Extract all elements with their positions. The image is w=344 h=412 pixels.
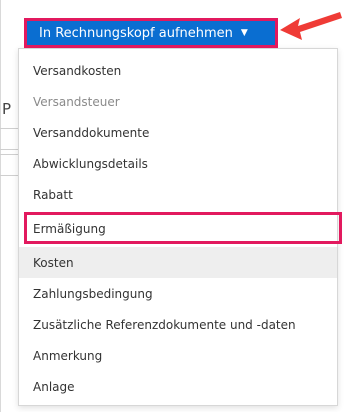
- page-edge: [0, 0, 1, 412]
- menu-item-versanddokumente[interactable]: Versanddokumente: [19, 117, 337, 148]
- menu-item-anmerkung[interactable]: Anmerkung: [19, 340, 337, 371]
- add-to-header-button[interactable]: In Rechnungskopf aufnehmen ▼: [24, 18, 278, 48]
- menu-item-versandkosten[interactable]: Versandkosten: [19, 55, 337, 86]
- menu-item-versandsteuer: Versandsteuer: [33, 94, 120, 109]
- partial-input-field: [0, 128, 20, 150]
- menu-item-zusaetzliche-referenzdokumente[interactable]: Zusätzliche Referenzdokumente und -daten: [19, 309, 337, 340]
- menu-item-ermaessigung[interactable]: Ermäßigung: [19, 213, 337, 244]
- add-to-header-menu: Versandkosten Versandsteuer Versanddokum…: [18, 48, 338, 406]
- menu-item-anlage[interactable]: Anlage: [19, 371, 337, 402]
- menu-item-zahlungsbedingung[interactable]: Zahlungsbedingung: [19, 278, 337, 309]
- menu-item-abwicklungsdetails[interactable]: Abwicklungsdetails: [19, 148, 337, 179]
- partial-heading: P: [2, 100, 12, 118]
- menu-item-rabatt[interactable]: Rabatt: [19, 179, 337, 210]
- add-to-header-label: In Rechnungskopf aufnehmen: [39, 25, 233, 41]
- caret-down-icon: ▼: [240, 28, 248, 38]
- menu-item-kosten[interactable]: Kosten: [19, 247, 337, 278]
- red-arrow-icon: [280, 12, 342, 40]
- partial-input-field: [0, 154, 20, 176]
